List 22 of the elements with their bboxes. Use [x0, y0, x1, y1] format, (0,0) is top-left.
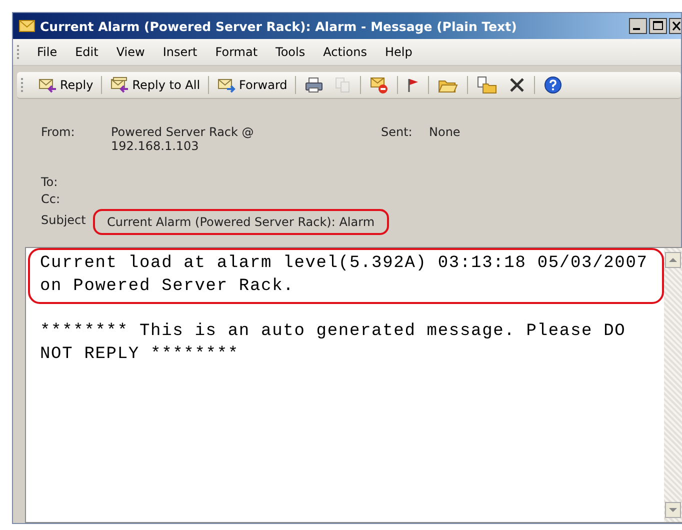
cc-label: Cc: — [41, 192, 62, 206]
message-paragraph: ******** This is an auto generated message. Please DO NOT REPLY ******** — [39, 321, 627, 366]
menu-item[interactable]: File — [28, 45, 66, 59]
from-label: From: — [41, 125, 76, 139]
from-value: Powered Server Rack @ 192.168.1.103 — [111, 125, 255, 153]
window-title: Current Alarm (Powered Server Rack): Alarm - Message (Plain Text) — [40, 18, 517, 34]
menu-item[interactable]: Format — [206, 45, 267, 59]
sent-value: None — [429, 125, 460, 139]
to-label: To: — [41, 175, 59, 189]
subject-label: Subject — [41, 213, 87, 227]
menu-item[interactable]: Insert — [154, 45, 206, 59]
forward-button[interactable]: Forward — [213, 75, 292, 95]
sent-label: Sent: — [381, 125, 414, 139]
menu-item[interactable]: Edit — [66, 45, 108, 59]
reply-button[interactable]: Reply — [34, 75, 98, 95]
menu-item[interactable]: Help — [376, 45, 422, 59]
menu-item[interactable]: Actions — [314, 45, 376, 59]
menu-item[interactable]: View — [107, 45, 154, 59]
reply-all-button[interactable]: Reply to All — [106, 75, 204, 95]
subject-value: Current Alarm (Powered Server Rack): Alarm — [93, 209, 389, 235]
menu-item[interactable]: Tools — [266, 45, 314, 59]
message-paragraph: Current load at alarm level(5.392A) 03:13:18 05/03/2007 on Powered Server Rack. — [28, 248, 664, 304]
